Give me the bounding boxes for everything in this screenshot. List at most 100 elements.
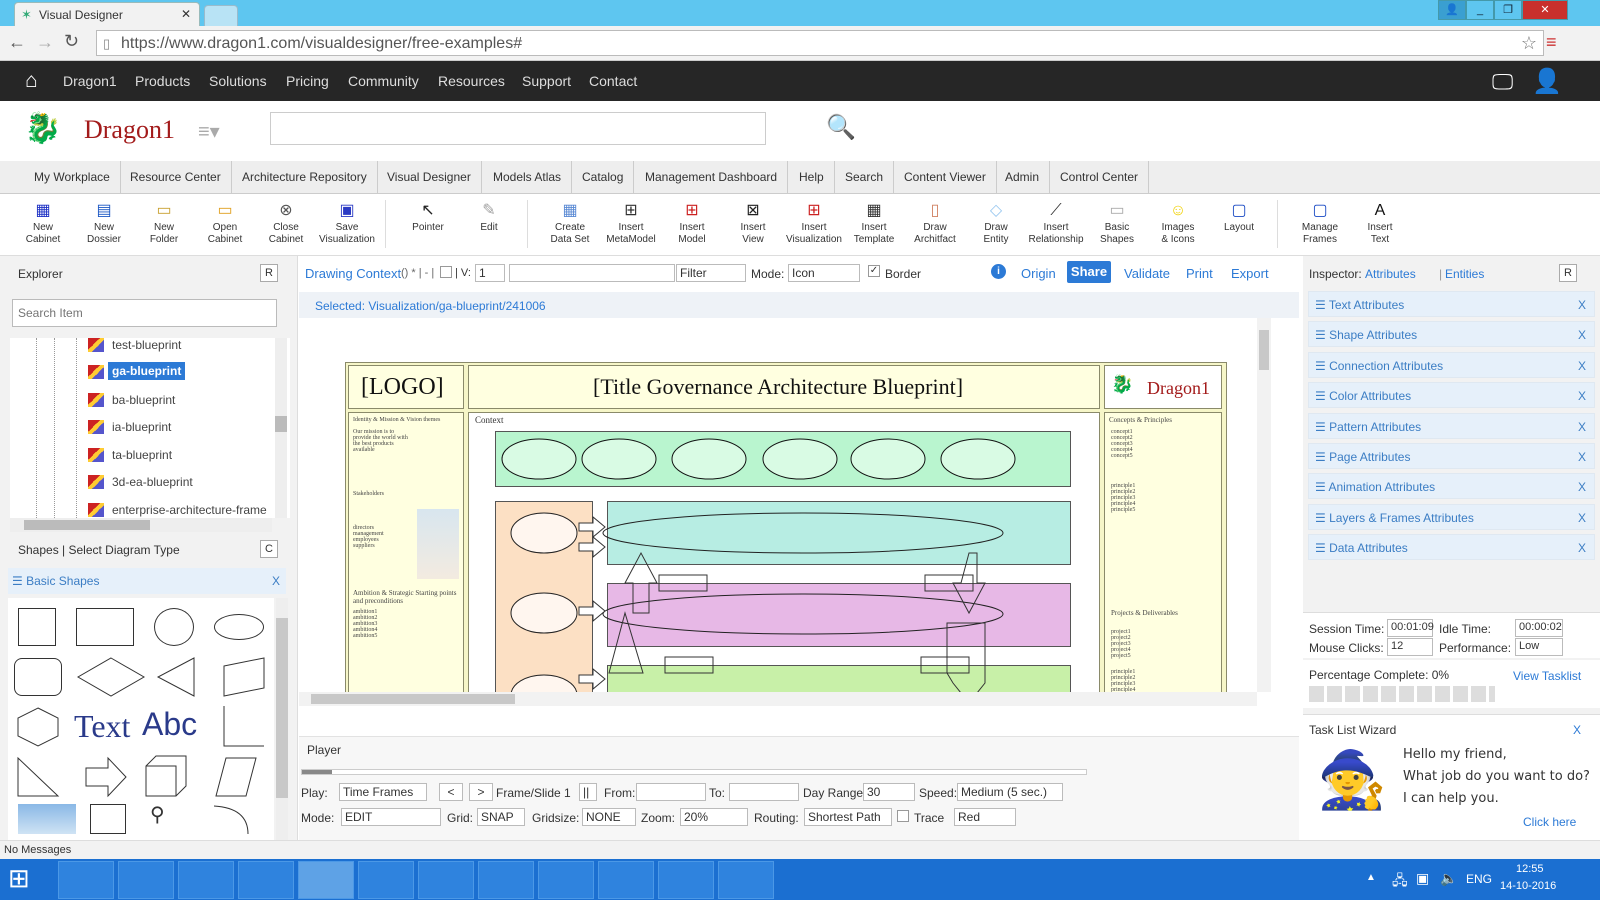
inspector-item[interactable]: ☰ Connection Attributes X <box>1308 351 1595 378</box>
account-icon[interactable]: 👤 <box>1532 67 1562 96</box>
canvas-hscrollbar[interactable] <box>299 692 1257 706</box>
user-icon[interactable]: 👤 <box>1438 0 1466 20</box>
left-column[interactable]: Identity & Mission & Vision themes Our m… <box>348 412 464 692</box>
inspector-item[interactable]: ☰ Page Attributes X <box>1308 443 1595 469</box>
nav-contact[interactable]: Contact <box>589 73 637 89</box>
context-input[interactable] <box>509 264 675 282</box>
monitor-icon[interactable]: 🖵 <box>1492 69 1513 95</box>
filter-select[interactable]: Filter <box>676 264 746 282</box>
logo-box[interactable]: [LOGO] <box>348 365 464 409</box>
nav-products[interactable]: Products <box>135 73 190 89</box>
toolbar-smiley-button[interactable]: ☺ Images & Icons <box>1148 202 1208 246</box>
home-icon[interactable]: ⌂ <box>25 69 38 93</box>
brand-logo-text[interactable]: Dragon1 <box>84 115 175 145</box>
palette-scrollbar[interactable] <box>276 598 288 840</box>
site-search-input[interactable] <box>270 112 766 145</box>
wizard-click-here[interactable]: Click here <box>1523 815 1576 829</box>
menu-search[interactable]: Search <box>835 161 895 194</box>
abc-shape[interactable]: Abc <box>142 706 197 743</box>
search-icon[interactable]: 🔍 <box>826 113 856 142</box>
pause-button[interactable]: || <box>579 783 597 801</box>
inspector-item-close[interactable]: X <box>1578 541 1586 555</box>
print-link[interactable]: Print <box>1186 266 1213 281</box>
hamburger-menu-icon[interactable]: ≡▾ <box>198 119 220 144</box>
inspector-item-close[interactable]: X <box>1578 420 1586 434</box>
browser-tab[interactable]: ✶ Visual Designer ✕ <box>14 2 200 26</box>
toolbar-folder-button[interactable]: ▭ New Folder <box>134 202 194 246</box>
inspector-item-close[interactable]: X <box>1578 480 1586 494</box>
document-shape[interactable] <box>90 804 126 834</box>
slanted-rect-shape[interactable] <box>214 756 258 798</box>
nav-support[interactable]: Support <box>522 73 571 89</box>
nav-community[interactable]: Community <box>348 73 419 89</box>
inspector-item[interactable]: ☰ Animation Attributes X <box>1308 473 1595 500</box>
tree-item-selected[interactable]: ga-blueprint <box>108 362 186 380</box>
next-frame-button[interactable]: > <box>469 783 493 801</box>
cmd-icon[interactable] <box>478 861 534 899</box>
right-column[interactable]: Concepts & Principles concept1 concept2 co… <box>1104 412 1222 692</box>
inspector-item[interactable]: ☰ Shape Attributes X <box>1308 321 1595 348</box>
tools-icon[interactable] <box>658 861 714 899</box>
toolbar-visualization-button[interactable]: ⊞ Insert Visualization <box>784 202 844 246</box>
inspector-item-close[interactable]: X <box>1578 511 1586 525</box>
info-icon[interactable]: i <box>991 264 1006 279</box>
mode-select[interactable]: Icon <box>788 264 860 282</box>
chrome-icon[interactable] <box>298 861 354 899</box>
prev-frame-button[interactable]: < <box>439 783 463 801</box>
wizard-close[interactable]: X <box>1573 723 1581 737</box>
inspector-refresh-button[interactable]: R <box>1559 264 1577 282</box>
shapes-title[interactable]: Shapes | Select Diagram Type <box>18 543 180 557</box>
tree-item[interactable]: 3d-ea-blueprint <box>112 475 193 489</box>
right-triangle-shape[interactable] <box>16 756 60 798</box>
new-tab-button[interactable] <box>204 5 238 26</box>
inspector-attributes-link[interactable]: Attributes <box>1365 267 1416 281</box>
toolbar-entity-button[interactable]: ◇ Draw Entity <box>966 202 1026 246</box>
reload-icon[interactable]: ↻ <box>64 31 79 52</box>
rounded-rect-shape[interactable] <box>14 658 62 696</box>
forward-icon[interactable]: → <box>36 32 54 53</box>
triangle-left-shape[interactable] <box>156 656 196 698</box>
menu-my-workplace[interactable]: My Workplace <box>24 161 121 194</box>
toolbar-relationship-button[interactable]: ⟋ Insert Relationship <box>1026 202 1086 246</box>
nav-resources[interactable]: Resources <box>438 73 505 89</box>
task-manager-icon[interactable] <box>238 861 294 899</box>
inspector-item[interactable]: ☰ Color Attributes X <box>1308 382 1595 409</box>
validate-link[interactable]: Validate <box>1124 266 1170 281</box>
tree-item[interactable]: test-blueprint <box>112 338 181 352</box>
nav-solutions[interactable]: Solutions <box>209 73 267 89</box>
corner-line-shape[interactable] <box>220 704 266 750</box>
tree-item[interactable]: ia-blueprint <box>112 420 171 434</box>
menu-catalog[interactable]: Catalog <box>572 161 635 194</box>
menu-architecture-repository[interactable]: Architecture Repository <box>232 161 378 194</box>
inspector-item[interactable]: ☰ Pattern Attributes X <box>1308 412 1595 439</box>
arc-shape[interactable] <box>212 804 252 834</box>
tree-vscrollbar[interactable] <box>275 338 287 518</box>
actor-shape[interactable]: ⚲ <box>150 802 165 827</box>
brand-box[interactable]: 🐉 Dragon1 <box>1104 365 1222 409</box>
from-input[interactable] <box>636 783 706 801</box>
powershell-icon[interactable] <box>118 861 174 899</box>
inspector-item-close[interactable]: X <box>1578 389 1586 403</box>
speed-select[interactable]: Medium (5 sec.) <box>957 783 1063 801</box>
visual-studio-icon[interactable] <box>178 861 234 899</box>
notepad-icon[interactable] <box>358 861 414 899</box>
view-tasklist-link[interactable]: View Tasklist <box>1513 669 1581 683</box>
nav-pricing[interactable]: Pricing <box>286 73 329 89</box>
share-button[interactable]: Share <box>1067 261 1111 283</box>
restore-icon[interactable]: ❐ <box>1494 0 1522 20</box>
border-checkbox[interactable]: ✓ <box>868 265 880 277</box>
clock-date[interactable]: 14-10-2016 <box>1500 880 1556 892</box>
parallelogram-shape[interactable] <box>214 656 266 698</box>
export-link[interactable]: Export <box>1231 266 1269 281</box>
trace-checkbox[interactable] <box>897 810 909 822</box>
context-checkbox[interactable] <box>440 266 452 278</box>
browser-menu-icon[interactable]: ≡ <box>1546 32 1557 53</box>
explorer-refresh-button[interactable]: R <box>260 264 278 282</box>
canvas[interactable]: [LOGO] [Title Governance Architecture Bl… <box>305 318 1259 692</box>
canvas-vscrollbar[interactable] <box>1257 318 1271 692</box>
toolbar-view-button[interactable]: ⊠ Insert View <box>723 202 783 246</box>
menu-admin[interactable]: Admin <box>995 161 1051 194</box>
clock-time[interactable]: 12:55 <box>1516 863 1544 875</box>
context-area[interactable]: Context <box>468 412 1100 692</box>
explorer-search-input[interactable] <box>12 299 277 327</box>
